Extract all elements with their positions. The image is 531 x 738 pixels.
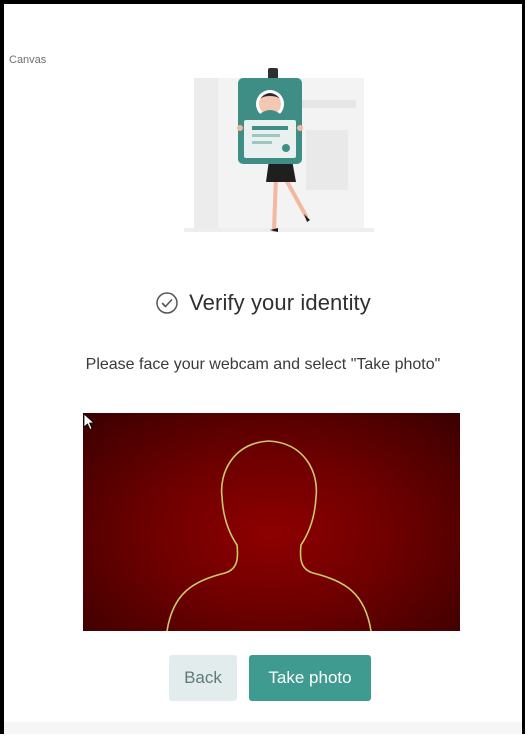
verification-window: Canvas Verify your identity Please face … <box>0 0 525 734</box>
check-circle-icon <box>156 292 178 314</box>
verify-title-row: Verify your identity <box>4 290 522 316</box>
id-badge-illustration-icon <box>184 68 374 232</box>
id-badge-illustration <box>154 60 379 240</box>
app-title: Canvas <box>9 54 47 66</box>
page-title: Verify your identity <box>189 290 371 315</box>
mouse-cursor-icon <box>83 413 96 431</box>
back-button[interactable]: Back <box>169 655 237 701</box>
take-photo-button[interactable]: Take photo <box>249 655 371 701</box>
head-silhouette-guide <box>166 440 372 631</box>
footer-divider <box>4 722 522 734</box>
webcam-preview <box>83 413 460 631</box>
instruction-text: Please face your webcam and select "Take… <box>85 356 441 373</box>
